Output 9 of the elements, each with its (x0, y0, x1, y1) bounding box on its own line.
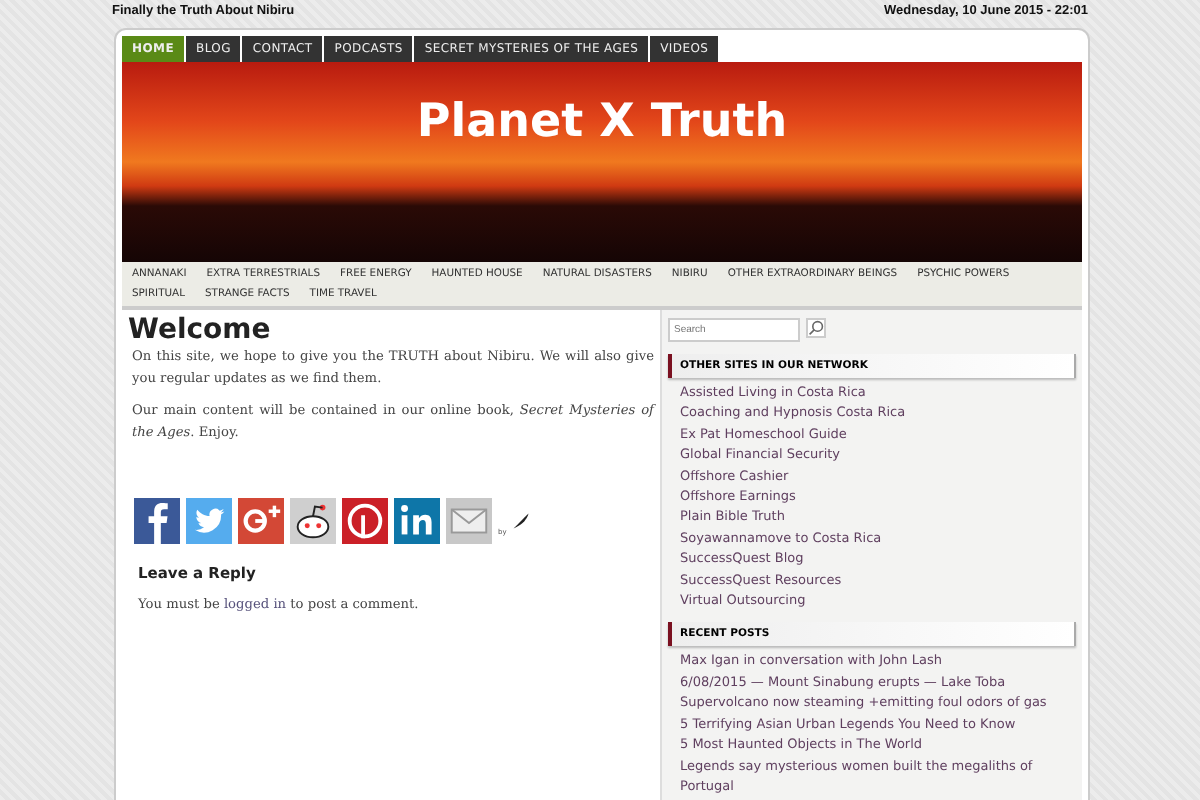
alien-face-icon[interactable] (290, 498, 336, 544)
search-icon (808, 320, 824, 336)
g-plus-icon[interactable] (238, 498, 284, 544)
site-title[interactable]: Planet X Truth (416, 96, 788, 152)
letter-f-icon[interactable] (134, 498, 180, 544)
search-button[interactable] (806, 318, 826, 338)
letters-in-icon[interactable] (394, 498, 440, 544)
feather-icon (512, 512, 531, 530)
post-title: Welcome (128, 314, 273, 346)
